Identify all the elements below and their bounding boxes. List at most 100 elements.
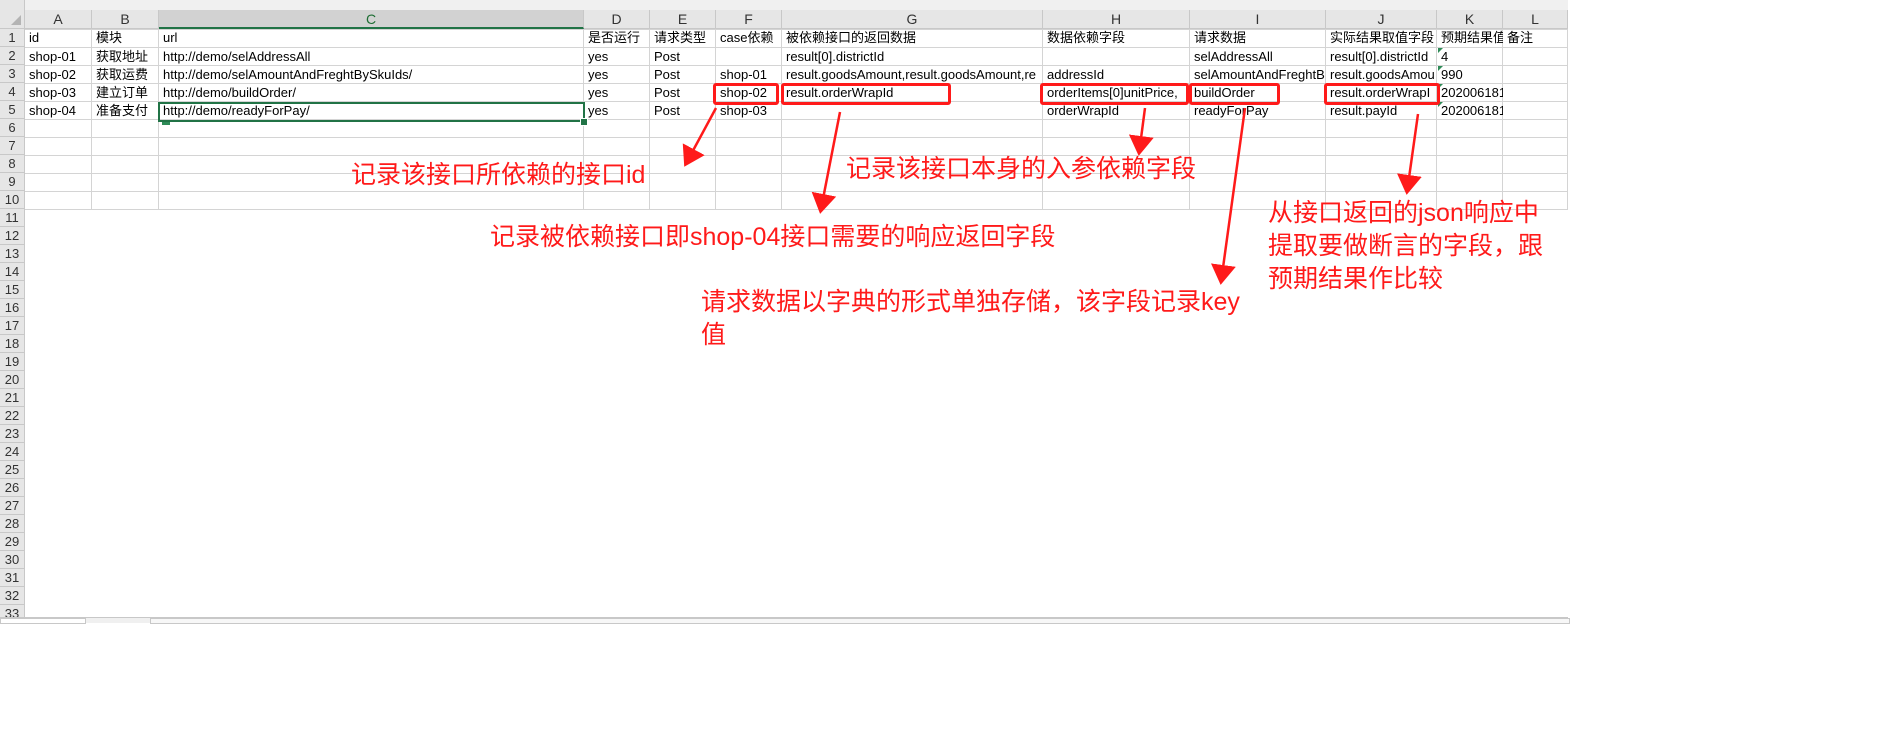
header-cell-request-type[interactable]: 请求类型 (650, 29, 716, 47)
header-cell-case-dependency[interactable]: case依赖 (716, 29, 782, 47)
row-header[interactable]: 22 (0, 407, 25, 425)
table-cell-e[interactable]: Post (650, 84, 716, 102)
sheet-tab[interactable] (0, 618, 86, 624)
row-header[interactable]: 19 (0, 353, 25, 371)
table-cell-k[interactable]: 4 (1437, 48, 1503, 66)
table-cell-k[interactable]: 990 (1437, 66, 1503, 84)
table-cell-h[interactable]: addressId (1043, 66, 1190, 84)
row-header[interactable]: 12 (0, 227, 25, 245)
row-header[interactable]: 27 (0, 497, 25, 515)
row-header[interactable]: 26 (0, 479, 25, 497)
row-header[interactable]: 13 (0, 245, 25, 263)
table-cell-d[interactable]: yes (584, 66, 650, 84)
table-cell-e[interactable]: Post (650, 66, 716, 84)
table-cell-d[interactable]: yes (584, 84, 650, 102)
column-header-b[interactable]: B (92, 10, 159, 29)
table-cell-a[interactable]: shop-03 (25, 84, 92, 102)
header-cell-id[interactable]: id (25, 29, 92, 47)
column-header-h[interactable]: H (1043, 10, 1190, 29)
row-header[interactable]: 1 (0, 29, 25, 47)
row-header[interactable]: 28 (0, 515, 25, 533)
table-cell-f[interactable]: shop-01 (716, 66, 782, 84)
header-cell-dependent-response[interactable]: 被依赖接口的返回数据 (782, 29, 1043, 47)
table-cell-i[interactable]: selAmountAndFreghtB (1190, 66, 1326, 84)
row-header[interactable]: 24 (0, 443, 25, 461)
annotation-request-data: 请求数据以字典的形式单独存储，该字段记录key值 (701, 288, 1240, 349)
header-cell-request-data[interactable]: 请求数据 (1190, 29, 1326, 47)
header-cell-actual-result-field[interactable]: 实际结果取值字段 (1326, 29, 1437, 47)
column-header-l[interactable]: L (1503, 10, 1568, 29)
horizontal-scrollbar[interactable] (150, 618, 1570, 624)
column-header-g[interactable]: G (782, 10, 1043, 29)
column-header-a[interactable]: A (25, 10, 92, 29)
header-cell-expected-result[interactable]: 预期结果值 (1437, 29, 1503, 47)
table-cell-c[interactable]: http://demo/buildOrder/ (159, 84, 584, 102)
table-cell-i[interactable]: selAddressAll (1190, 48, 1326, 66)
table-cell-f[interactable] (716, 48, 782, 66)
header-cell-data-dependency-field[interactable]: 数据依赖字段 (1043, 29, 1190, 47)
row-header[interactable]: 11 (0, 209, 25, 227)
column-header-c[interactable]: C (159, 10, 584, 29)
table-cell-k[interactable]: 20200618175037893 (1437, 84, 1503, 102)
row-header[interactable]: 32 (0, 587, 25, 605)
table-cell-e[interactable]: Post (650, 102, 716, 120)
column-header-d[interactable]: D (584, 10, 650, 29)
column-header-i[interactable]: I (1190, 10, 1326, 29)
fill-handle[interactable] (580, 118, 588, 126)
row-header[interactable]: 14 (0, 263, 25, 281)
table-cell-j[interactable]: result.goodsAmou (1326, 66, 1437, 84)
table-cell-k[interactable]: 20200618175038828 (1437, 102, 1503, 120)
table-cell-l[interactable] (1503, 102, 1568, 120)
table-cell-d[interactable]: yes (584, 48, 650, 66)
table-cell-g[interactable]: result.goodsAmount,result.goodsAmount,re (782, 66, 1043, 84)
column-header-e[interactable]: E (650, 10, 716, 29)
row-header[interactable]: 23 (0, 425, 25, 443)
annotation-input-dependency: 记录该接口本身的入参依赖字段 (846, 155, 1197, 183)
active-cell-selection[interactable] (158, 102, 585, 122)
row-header[interactable]: 8 (0, 155, 25, 173)
row-header[interactable]: 30 (0, 551, 25, 569)
row-header[interactable]: 21 (0, 389, 25, 407)
table-cell-a[interactable]: shop-04 (25, 102, 92, 120)
table-cell-l[interactable] (1503, 66, 1568, 84)
table-cell-j[interactable]: result[0].districtId (1326, 48, 1437, 66)
table-cell-g[interactable]: result[0].districtId (782, 48, 1043, 66)
table-cell-l[interactable] (1503, 48, 1568, 66)
table-cell-b[interactable]: 获取地址 (92, 48, 159, 66)
row-header[interactable]: 20 (0, 371, 25, 389)
row-header[interactable]: 17 (0, 317, 25, 335)
row-header[interactable]: 5 (0, 101, 25, 119)
row-header[interactable]: 25 (0, 461, 25, 479)
table-cell-l[interactable] (1503, 84, 1568, 102)
row-header[interactable]: 18 (0, 335, 25, 353)
row-header[interactable]: 7 (0, 137, 25, 155)
row-header[interactable]: 6 (0, 119, 25, 137)
column-header-j[interactable]: J (1326, 10, 1437, 29)
row-header[interactable]: 29 (0, 533, 25, 551)
table-cell-c[interactable]: http://demo/selAmountAndFreghtBySkuIds/ (159, 66, 584, 84)
table-cell-b[interactable]: 建立订单 (92, 84, 159, 102)
header-cell-remark[interactable]: 备注 (1503, 29, 1568, 47)
table-cell-b[interactable]: 获取运费 (92, 66, 159, 84)
table-cell-a[interactable]: shop-02 (25, 66, 92, 84)
header-cell-run[interactable]: 是否运行 (584, 29, 650, 47)
table-cell-h[interactable] (1043, 48, 1190, 66)
table-cell-d[interactable]: yes (584, 102, 650, 120)
header-cell-url[interactable]: url (159, 29, 584, 47)
row-header[interactable]: 9 (0, 173, 25, 191)
row-header[interactable]: 15 (0, 281, 25, 299)
column-header-f[interactable]: F (716, 10, 782, 29)
row-header[interactable]: 4 (0, 83, 25, 101)
column-header-k[interactable]: K (1437, 10, 1503, 29)
row-header[interactable]: 10 (0, 191, 25, 209)
row-header[interactable]: 2 (0, 47, 25, 65)
row-header[interactable]: 16 (0, 299, 25, 317)
row-header[interactable]: 3 (0, 65, 25, 83)
select-all-corner[interactable] (0, 0, 25, 29)
table-cell-e[interactable]: Post (650, 48, 716, 66)
row-header[interactable]: 31 (0, 569, 25, 587)
table-cell-a[interactable]: shop-01 (25, 48, 92, 66)
table-cell-b[interactable]: 准备支付 (92, 102, 159, 120)
table-cell-c[interactable]: http://demo/selAddressAll (159, 48, 584, 66)
header-cell-module[interactable]: 模块 (92, 29, 159, 47)
